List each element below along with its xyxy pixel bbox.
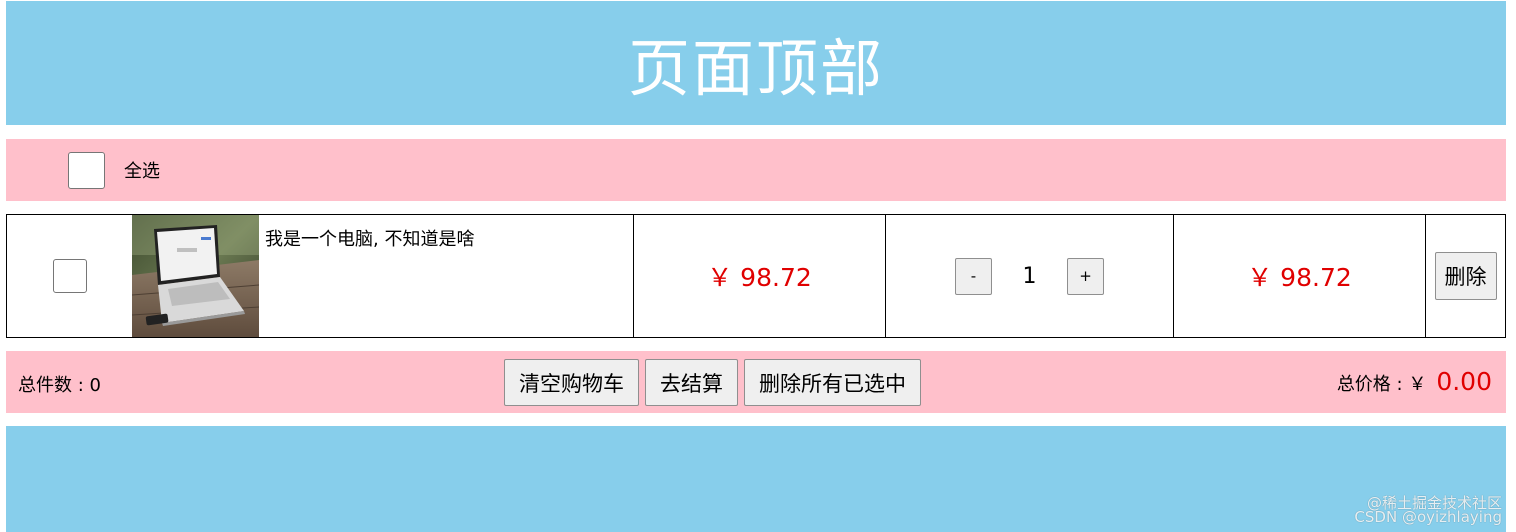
item-subtotal-cell: ￥ 98.72 bbox=[1174, 215, 1426, 337]
delete-item-button[interactable]: 删除 bbox=[1434, 252, 1497, 300]
total-price: 总价格 : ￥ 0.00 bbox=[1337, 367, 1492, 396]
select-all-label: 全选 bbox=[124, 161, 160, 182]
item-info-cell: 我是一个电脑, 不知道是啥 bbox=[132, 215, 634, 337]
total-price-label: 总价格 : ￥ bbox=[1336, 374, 1427, 395]
cart-summary-bar: 总件数 : 0 清空购物车 去结算 删除所有已选中 总价格 : ￥ 0.00 bbox=[6, 351, 1506, 413]
item-name: 我是一个电脑, 不知道是啥 bbox=[265, 229, 475, 250]
item-price: ￥ 98.72 bbox=[707, 263, 812, 292]
increase-quantity-button[interactable]: + bbox=[1067, 257, 1104, 295]
item-subtotal: ￥ 98.72 bbox=[1247, 263, 1352, 292]
total-count: 总件数 : 0 bbox=[18, 375, 101, 396]
page-title: 页面顶部 bbox=[627, 32, 884, 105]
item-checkbox[interactable] bbox=[52, 259, 87, 293]
delete-selected-button[interactable]: 删除所有已选中 bbox=[744, 359, 921, 406]
quantity-value: 1 bbox=[1022, 263, 1037, 289]
checkout-button[interactable]: 去结算 bbox=[645, 359, 738, 406]
decrease-quantity-button[interactable]: - bbox=[955, 257, 992, 295]
item-price-cell: ￥ 98.72 bbox=[634, 215, 886, 337]
cart-item-row: 我是一个电脑, 不知道是啥 ￥ 98.72 - 1 + ￥ 98.72 删除 bbox=[6, 214, 1506, 338]
item-check-cell bbox=[7, 215, 132, 337]
cart-actions: 清空购物车 去结算 删除所有已选中 bbox=[504, 359, 921, 406]
item-delete-cell: 删除 bbox=[1426, 215, 1505, 337]
watermark-line-2: CSDN @oyizhlaying bbox=[1354, 508, 1502, 526]
page-header: 页面顶部 bbox=[6, 1, 1506, 125]
laptop-image bbox=[132, 215, 259, 337]
item-quantity-cell: - 1 + bbox=[886, 215, 1174, 337]
total-price-value: 0.00 bbox=[1436, 367, 1492, 396]
select-all-bar: 全选 bbox=[6, 139, 1506, 201]
watermark: @稀土掘金技术社区 CSDN @oyizhlaying bbox=[1354, 496, 1502, 526]
select-all-checkbox[interactable] bbox=[68, 151, 105, 189]
clear-cart-button[interactable]: 清空购物车 bbox=[504, 359, 639, 406]
page-footer bbox=[6, 426, 1506, 532]
